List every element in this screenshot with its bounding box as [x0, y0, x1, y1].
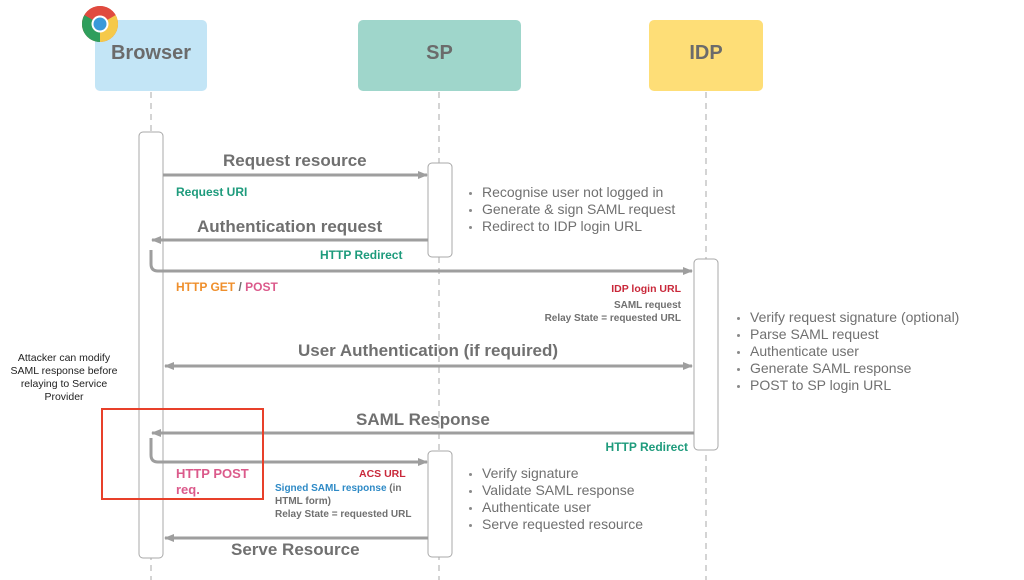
idp-activation — [693, 258, 719, 451]
acs-url-label: ACS URL — [359, 468, 406, 480]
note-item: Generate SAML response — [750, 360, 959, 377]
browser-actor-label: Browser — [110, 42, 192, 64]
slash-text: / — [238, 280, 242, 294]
saml-response-http-redirect: HTTP Redirect — [605, 440, 688, 454]
note-item: Verify request signature (optional) — [750, 309, 959, 326]
note-item: Validate SAML response — [482, 482, 643, 499]
chrome-icon — [81, 5, 119, 43]
serve-resource-label: Serve Resource — [231, 540, 360, 559]
note-item: POST to SP login URL — [750, 377, 959, 394]
note-item: Authenticate user — [482, 499, 643, 516]
signed-saml-response-text: Signed SAML response — [275, 483, 387, 494]
in-text: (in — [386, 483, 402, 494]
note-item: Redirect to IDP login URL — [482, 218, 675, 235]
request-resource-label: Request resource — [223, 151, 367, 170]
auth-request-label: Authentication request — [197, 217, 383, 236]
arrow-post-to-sp — [149, 438, 428, 466]
auth-request-http-redirect: HTTP Redirect — [320, 248, 403, 262]
user-authentication-label: User Authentication (if required) — [298, 341, 559, 360]
sp-actor-label: SP — [426, 42, 453, 64]
note-item: Parse SAML request — [750, 326, 959, 343]
relay-state-label-2: Relay State = requested URL — [275, 509, 412, 520]
note-item: Authenticate user — [750, 343, 959, 360]
arrow-redirect-to-idp — [149, 250, 693, 275]
relay-state-label-1: Relay State = requested URL — [544, 313, 681, 324]
note-item: Serve requested resource — [482, 516, 643, 533]
html-form-text: HTML form) — [275, 496, 331, 507]
request-uri-label: Request URI — [176, 185, 248, 199]
idp-notes: Verify request signature (optional) Pars… — [728, 309, 959, 394]
idp-actor-label: IDP — [689, 42, 723, 64]
http-get-post-label: HTTP GET / POST — [176, 280, 278, 294]
sp-activation-2 — [427, 450, 453, 558]
post-text: POST — [245, 280, 278, 294]
sp-activation-1 — [427, 162, 453, 258]
http-post-line2: req. — [176, 482, 200, 497]
saml-response-label: SAML Response — [356, 410, 490, 429]
browser-activation — [138, 131, 164, 559]
note-item: Verify signature — [482, 465, 643, 482]
http-post-label: HTTP POST req. — [176, 466, 249, 498]
idp-login-url-label: IDP login URL — [611, 283, 681, 295]
note-item: Generate & sign SAML request — [482, 201, 675, 218]
sp-notes-second: Verify signature Validate SAML response … — [460, 465, 643, 533]
http-post-line1: HTTP POST — [176, 466, 249, 481]
attacker-annotation: Attacker can modify SAML response before… — [10, 352, 118, 403]
saml-request-label: SAML request — [613, 300, 681, 311]
signed-saml-response-label: Signed SAML response (in HTML form) Rela… — [275, 482, 411, 521]
sp-notes-first: Recognise user not logged in Generate & … — [460, 184, 675, 235]
note-item: Recognise user not logged in — [482, 184, 675, 201]
http-get-text: HTTP GET — [176, 280, 236, 294]
